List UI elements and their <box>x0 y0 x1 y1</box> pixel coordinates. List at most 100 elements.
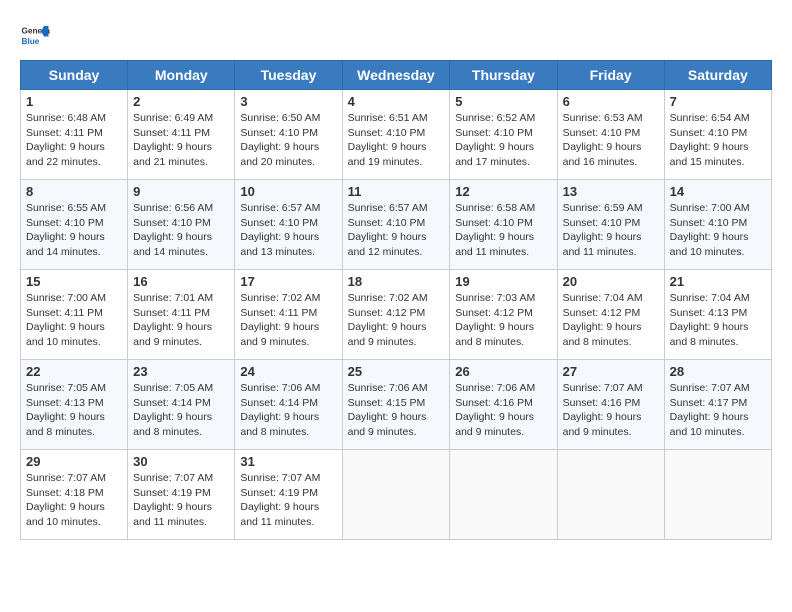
sunrise-label: Sunrise: 7:07 AM <box>670 382 750 394</box>
sunset-label: Sunset: 4:11 PM <box>26 127 103 139</box>
daylight-label: Daylight: 9 hours and 9 minutes. <box>133 321 212 348</box>
calendar-cell: 22 Sunrise: 7:05 AM Sunset: 4:13 PM Dayl… <box>21 360 128 450</box>
daylight-label: Daylight: 9 hours and 10 minutes. <box>26 321 105 348</box>
day-number: 18 <box>348 274 445 289</box>
calendar-cell: 25 Sunrise: 7:06 AM Sunset: 4:15 PM Dayl… <box>342 360 450 450</box>
calendar-cell: 6 Sunrise: 6:53 AM Sunset: 4:10 PM Dayli… <box>557 90 664 180</box>
daylight-label: Daylight: 9 hours and 9 minutes. <box>240 321 319 348</box>
sunset-label: Sunset: 4:11 PM <box>133 127 210 139</box>
sunset-label: Sunset: 4:13 PM <box>26 397 104 409</box>
sunset-label: Sunset: 4:16 PM <box>455 397 533 409</box>
daylight-label: Daylight: 9 hours and 10 minutes. <box>670 231 749 258</box>
day-number: 13 <box>563 184 659 199</box>
calendar-cell: 8 Sunrise: 6:55 AM Sunset: 4:10 PM Dayli… <box>21 180 128 270</box>
calendar-cell: 28 Sunrise: 7:07 AM Sunset: 4:17 PM Dayl… <box>664 360 771 450</box>
day-number: 27 <box>563 364 659 379</box>
calendar-week-row: 15 Sunrise: 7:00 AM Sunset: 4:11 PM Dayl… <box>21 270 772 360</box>
calendar-cell: 14 Sunrise: 7:00 AM Sunset: 4:10 PM Dayl… <box>664 180 771 270</box>
calendar-cell: 26 Sunrise: 7:06 AM Sunset: 4:16 PM Dayl… <box>450 360 557 450</box>
day-info: Sunrise: 6:49 AM Sunset: 4:11 PM Dayligh… <box>133 111 229 170</box>
daylight-label: Daylight: 9 hours and 10 minutes. <box>670 411 749 438</box>
sunset-label: Sunset: 4:14 PM <box>133 397 211 409</box>
sunrise-label: Sunrise: 7:07 AM <box>133 472 213 484</box>
day-info: Sunrise: 6:53 AM Sunset: 4:10 PM Dayligh… <box>563 111 659 170</box>
sunrise-label: Sunrise: 6:51 AM <box>348 112 428 124</box>
calendar-header-row: SundayMondayTuesdayWednesdayThursdayFrid… <box>21 61 772 90</box>
calendar-cell: 18 Sunrise: 7:02 AM Sunset: 4:12 PM Dayl… <box>342 270 450 360</box>
calendar-cell: 24 Sunrise: 7:06 AM Sunset: 4:14 PM Dayl… <box>235 360 342 450</box>
day-number: 25 <box>348 364 445 379</box>
calendar-cell: 11 Sunrise: 6:57 AM Sunset: 4:10 PM Dayl… <box>342 180 450 270</box>
sunrise-label: Sunrise: 6:53 AM <box>563 112 643 124</box>
daylight-label: Daylight: 9 hours and 21 minutes. <box>133 141 212 168</box>
day-info: Sunrise: 7:02 AM Sunset: 4:12 PM Dayligh… <box>348 291 445 350</box>
sunset-label: Sunset: 4:11 PM <box>240 307 317 319</box>
sunset-label: Sunset: 4:10 PM <box>563 217 641 229</box>
day-info: Sunrise: 7:03 AM Sunset: 4:12 PM Dayligh… <box>455 291 551 350</box>
col-header-friday: Friday <box>557 61 664 90</box>
sunrise-label: Sunrise: 6:48 AM <box>26 112 106 124</box>
calendar-cell <box>664 450 771 540</box>
day-number: 14 <box>670 184 766 199</box>
day-number: 11 <box>348 184 445 199</box>
day-number: 28 <box>670 364 766 379</box>
sunrise-label: Sunrise: 6:52 AM <box>455 112 535 124</box>
day-info: Sunrise: 7:06 AM Sunset: 4:16 PM Dayligh… <box>455 381 551 440</box>
sunset-label: Sunset: 4:10 PM <box>563 127 641 139</box>
day-info: Sunrise: 7:07 AM Sunset: 4:16 PM Dayligh… <box>563 381 659 440</box>
daylight-label: Daylight: 9 hours and 14 minutes. <box>133 231 212 258</box>
sunrise-label: Sunrise: 7:07 AM <box>563 382 643 394</box>
day-number: 31 <box>240 454 336 469</box>
day-number: 22 <box>26 364 122 379</box>
day-number: 17 <box>240 274 336 289</box>
day-info: Sunrise: 7:06 AM Sunset: 4:15 PM Dayligh… <box>348 381 445 440</box>
daylight-label: Daylight: 9 hours and 8 minutes. <box>563 321 642 348</box>
sunrise-label: Sunrise: 7:06 AM <box>240 382 320 394</box>
sunrise-label: Sunrise: 6:55 AM <box>26 202 106 214</box>
sunset-label: Sunset: 4:10 PM <box>348 217 426 229</box>
day-number: 30 <box>133 454 229 469</box>
daylight-label: Daylight: 9 hours and 14 minutes. <box>26 231 105 258</box>
col-header-saturday: Saturday <box>664 61 771 90</box>
daylight-label: Daylight: 9 hours and 11 minutes. <box>563 231 642 258</box>
daylight-label: Daylight: 9 hours and 17 minutes. <box>455 141 534 168</box>
sunrise-label: Sunrise: 6:54 AM <box>670 112 750 124</box>
calendar-cell: 10 Sunrise: 6:57 AM Sunset: 4:10 PM Dayl… <box>235 180 342 270</box>
sunset-label: Sunset: 4:16 PM <box>563 397 641 409</box>
day-info: Sunrise: 6:51 AM Sunset: 4:10 PM Dayligh… <box>348 111 445 170</box>
sunset-label: Sunset: 4:10 PM <box>670 127 748 139</box>
col-header-thursday: Thursday <box>450 61 557 90</box>
day-number: 4 <box>348 94 445 109</box>
day-number: 9 <box>133 184 229 199</box>
day-number: 12 <box>455 184 551 199</box>
logo: General Blue <box>20 20 50 50</box>
calendar-cell <box>557 450 664 540</box>
daylight-label: Daylight: 9 hours and 13 minutes. <box>240 231 319 258</box>
col-header-sunday: Sunday <box>21 61 128 90</box>
logo-icon: General Blue <box>20 20 50 50</box>
daylight-label: Daylight: 9 hours and 9 minutes. <box>455 411 534 438</box>
sunrise-label: Sunrise: 7:03 AM <box>455 292 535 304</box>
sunset-label: Sunset: 4:13 PM <box>670 307 748 319</box>
day-number: 26 <box>455 364 551 379</box>
day-info: Sunrise: 7:06 AM Sunset: 4:14 PM Dayligh… <box>240 381 336 440</box>
day-info: Sunrise: 6:57 AM Sunset: 4:10 PM Dayligh… <box>348 201 445 260</box>
sunrise-label: Sunrise: 6:57 AM <box>240 202 320 214</box>
daylight-label: Daylight: 9 hours and 16 minutes. <box>563 141 642 168</box>
sunrise-label: Sunrise: 6:50 AM <box>240 112 320 124</box>
calendar-table: SundayMondayTuesdayWednesdayThursdayFrid… <box>20 60 772 540</box>
day-info: Sunrise: 7:07 AM Sunset: 4:17 PM Dayligh… <box>670 381 766 440</box>
day-info: Sunrise: 7:05 AM Sunset: 4:13 PM Dayligh… <box>26 381 122 440</box>
calendar-cell: 15 Sunrise: 7:00 AM Sunset: 4:11 PM Dayl… <box>21 270 128 360</box>
daylight-label: Daylight: 9 hours and 20 minutes. <box>240 141 319 168</box>
day-number: 20 <box>563 274 659 289</box>
sunrise-label: Sunrise: 7:06 AM <box>455 382 535 394</box>
sunrise-label: Sunrise: 6:59 AM <box>563 202 643 214</box>
sunset-label: Sunset: 4:10 PM <box>240 217 318 229</box>
sunrise-label: Sunrise: 7:04 AM <box>563 292 643 304</box>
day-info: Sunrise: 6:54 AM Sunset: 4:10 PM Dayligh… <box>670 111 766 170</box>
sunset-label: Sunset: 4:14 PM <box>240 397 318 409</box>
sunrise-label: Sunrise: 6:56 AM <box>133 202 213 214</box>
daylight-label: Daylight: 9 hours and 8 minutes. <box>670 321 749 348</box>
calendar-cell <box>450 450 557 540</box>
